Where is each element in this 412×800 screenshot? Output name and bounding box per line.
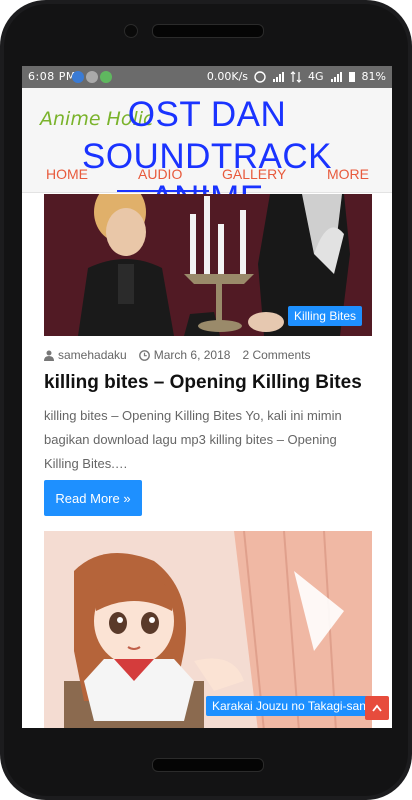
sync-icon: [86, 71, 98, 83]
status-bar: 6:08 PM 0.00K/s 4G 81%: [22, 66, 392, 88]
transfer-icon: [290, 70, 302, 83]
nav-audio[interactable]: AUDIO: [138, 166, 182, 182]
earpiece-speaker: [152, 24, 264, 38]
main-nav: HOME AUDIO GALLERY MORE: [22, 160, 392, 192]
category-tag-2[interactable]: Karakai Jouzu no Takagi-san: [206, 696, 372, 716]
read-more-button[interactable]: Read More »: [44, 480, 142, 516]
site-header: Anime Holic OST DAN SOUNDTRACK ANIME HOM…: [22, 88, 392, 218]
nav-gallery[interactable]: GALLERY: [222, 166, 286, 182]
alarm-icon: [254, 70, 266, 83]
screen: 6:08 PM 0.00K/s 4G 81% Anime Holic OST D…: [22, 66, 392, 728]
post-excerpt: killing bites – Opening Killing Bites Yo…: [44, 408, 342, 471]
nav-more[interactable]: MORE: [327, 166, 369, 182]
post-thumbnail-2[interactable]: Karakai Jouzu no Takagi-san: [44, 531, 372, 728]
post-comments[interactable]: 2 Comments: [242, 348, 310, 362]
front-camera: [124, 24, 138, 38]
nav-active-indicator: [117, 190, 209, 192]
nav-home[interactable]: HOME: [46, 166, 88, 182]
post-date: March 6, 2018: [153, 348, 231, 362]
messenger-icon: [72, 71, 84, 83]
post-thumbnail[interactable]: Killing Bites: [44, 194, 372, 336]
date-meta: March 6, 2018: [138, 348, 231, 362]
user-icon: [44, 350, 54, 361]
phone-frame: 6:08 PM 0.00K/s 4G 81% Anime Holic OST D…: [0, 0, 412, 800]
category-tag[interactable]: Killing Bites: [287, 306, 362, 326]
scroll-to-top-button[interactable]: [365, 696, 389, 720]
clock-icon: [138, 349, 150, 361]
signal-icon: [273, 71, 285, 82]
app-notification-icon: [100, 71, 112, 83]
post-meta: samehadaku March 6, 2018 2 Comments: [44, 348, 310, 362]
battery-level: 81%: [361, 70, 386, 83]
network-speed: 0.00K/s: [206, 70, 249, 83]
post-author: samehadaku: [58, 348, 127, 362]
chevron-up-icon: [372, 704, 382, 712]
signal-icon-2: [330, 71, 342, 82]
author-meta[interactable]: samehadaku: [44, 348, 127, 362]
network-type: 4G: [308, 70, 324, 83]
post-title[interactable]: killing bites – Opening Killing Bites: [44, 372, 374, 394]
battery-icon: [348, 71, 355, 82]
bottom-speaker: [152, 758, 264, 772]
status-time: 6:08 PM: [28, 70, 76, 83]
